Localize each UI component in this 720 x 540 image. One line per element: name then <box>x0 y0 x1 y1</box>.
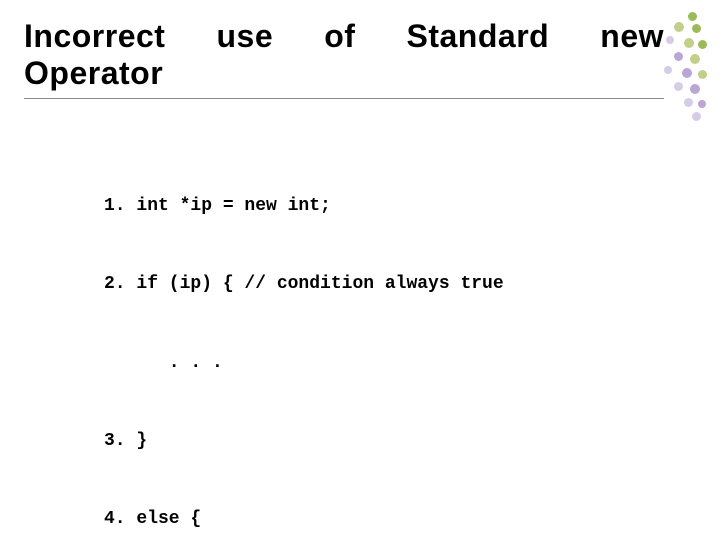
title-underline <box>24 98 664 99</box>
dot-icon <box>674 52 683 61</box>
dot-icon <box>684 38 694 48</box>
dot-icon <box>698 40 707 49</box>
slide: Incorrect use of Standard new Operator 1… <box>0 0 720 540</box>
dot-icon <box>674 22 684 32</box>
code-block: 1. int *ip = new int; 2. if (ip) { // co… <box>104 141 692 540</box>
dot-icon <box>690 54 700 64</box>
dot-icon <box>684 98 693 107</box>
dot-icon <box>692 24 701 33</box>
decorative-dots <box>640 12 710 122</box>
dot-icon <box>666 36 674 44</box>
dot-icon <box>664 66 672 74</box>
dot-icon <box>692 112 701 121</box>
title-line-1: Incorrect use of Standard new <box>24 18 664 54</box>
dot-icon <box>690 84 700 94</box>
code-line: 3. } <box>104 428 692 454</box>
code-line: 4. else { <box>104 506 692 532</box>
dot-icon <box>688 12 697 21</box>
code-line: . . . <box>104 350 692 376</box>
dot-icon <box>674 82 683 91</box>
code-line: 2. if (ip) { // condition always true <box>104 271 692 297</box>
dot-icon <box>682 68 692 78</box>
dot-icon <box>698 70 707 79</box>
dot-icon <box>698 100 706 108</box>
slide-title: Incorrect use of Standard new Operator <box>24 18 664 92</box>
code-line: 1. int *ip = new int; <box>104 193 692 219</box>
title-line-2: Operator <box>24 55 664 92</box>
